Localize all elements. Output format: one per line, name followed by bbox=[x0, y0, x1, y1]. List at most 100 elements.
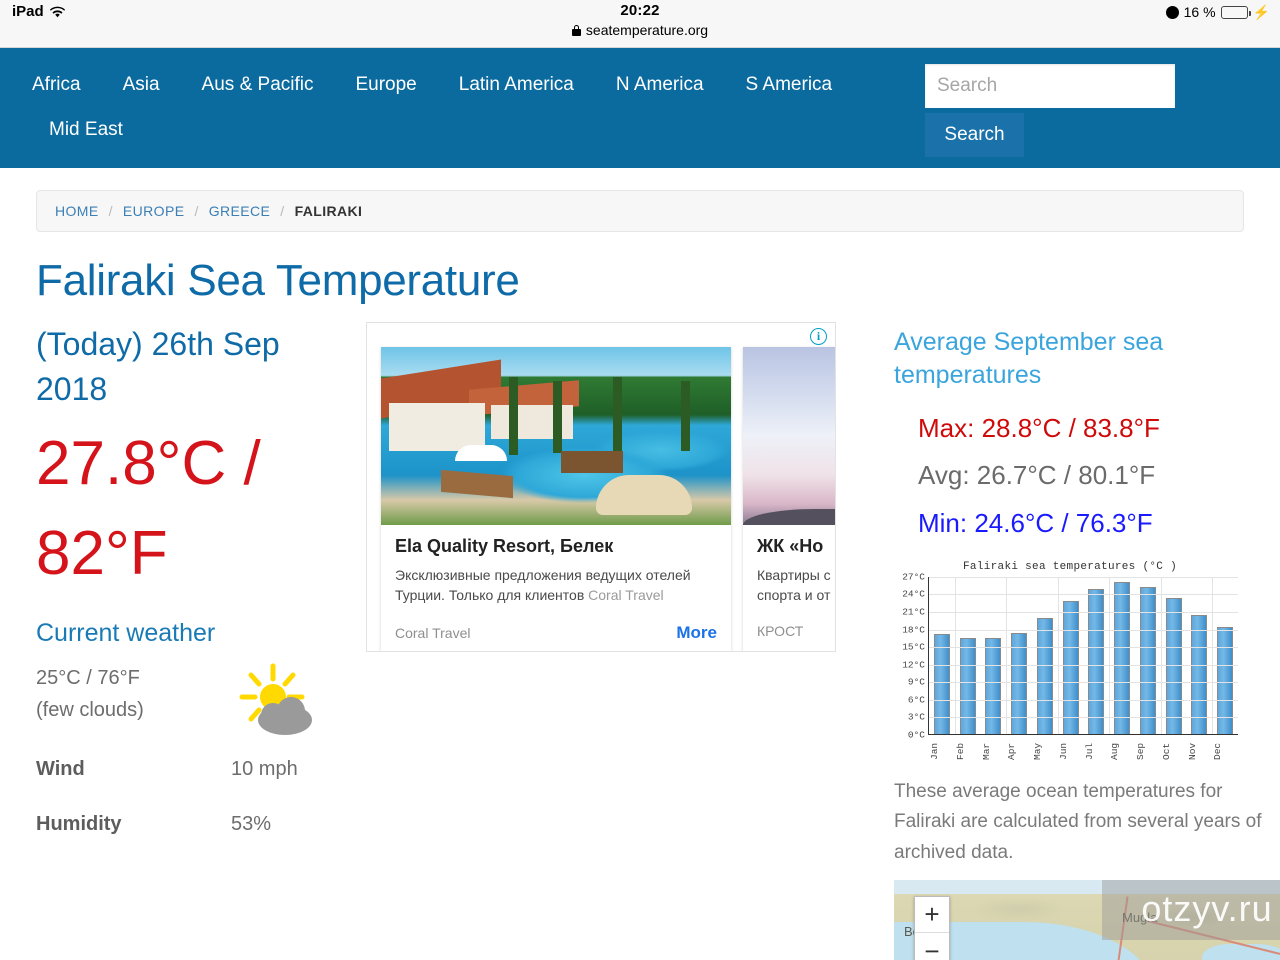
chart-bar bbox=[1139, 587, 1156, 734]
chart-x-label: Feb bbox=[954, 742, 966, 760]
address-bar[interactable]: seatemperature.org bbox=[0, 22, 1280, 38]
search-button[interactable]: Search bbox=[925, 113, 1024, 157]
chart-y-tick: 12°C bbox=[902, 659, 925, 671]
map-zoom-in-button[interactable]: + bbox=[915, 897, 949, 934]
chart-x-label: Jan bbox=[929, 742, 940, 760]
chart-y-tick: 9°C bbox=[907, 676, 925, 688]
chart-gridline bbox=[929, 664, 1238, 666]
chart-y-tick: 18°C bbox=[902, 624, 925, 636]
nav-item-africa[interactable]: Africa bbox=[28, 62, 102, 107]
ad-footer: КРОСТ bbox=[743, 609, 835, 649]
ad-more-link[interactable]: More bbox=[676, 623, 717, 643]
chart-gridline bbox=[929, 576, 1238, 578]
ad-footer: Coral Travel More bbox=[381, 609, 731, 651]
chart-bar-wrapper bbox=[1187, 577, 1213, 734]
watermark: otzyv.ru bbox=[1102, 880, 1280, 941]
average-temperature-stats: Max: 28.8°C / 83.8°F Avg: 26.7°C / 80.1°… bbox=[894, 405, 1276, 547]
chart-y-tick: 15°C bbox=[902, 641, 925, 653]
battery-icon bbox=[1220, 5, 1251, 19]
chart-x-label: Nov bbox=[1186, 742, 1198, 760]
breadcrumb-item-europe[interactable]: EUROPE bbox=[123, 203, 185, 219]
humidity-row: Humidity 53% bbox=[36, 797, 356, 852]
chart-bar-wrapper bbox=[1109, 577, 1135, 734]
right-column: Average September sea temperatures Max: … bbox=[866, 316, 1280, 960]
chart-bar bbox=[933, 634, 950, 734]
wind-label: Wind bbox=[36, 757, 85, 780]
chart-x-label: Mar bbox=[980, 742, 992, 760]
main-navigation: Africa Asia Aus & Pacific Europe Latin A… bbox=[0, 48, 1280, 168]
chart-gridline bbox=[1057, 576, 1059, 734]
humidity-label: Humidity bbox=[36, 812, 122, 835]
chart-bars bbox=[929, 577, 1238, 734]
chart-bar bbox=[1114, 581, 1131, 734]
chart-x-label: May bbox=[1032, 742, 1043, 760]
ad-card[interactable]: Ela Quality Resort, Белек Эксклюзивные п… bbox=[381, 347, 731, 651]
chart-x-label: Aug bbox=[1109, 742, 1121, 760]
location-map[interactable]: Bodrum Kos Mugla Marmaris + − otzyv.ru bbox=[894, 880, 1280, 960]
chart-bar-wrapper bbox=[1084, 577, 1110, 734]
breadcrumb-separator: / bbox=[280, 203, 285, 219]
chart-y-tick: 6°C bbox=[907, 694, 925, 706]
page-content: HOME / EUROPE / GREECE / FALIRAKI Falira… bbox=[0, 190, 1280, 960]
chart-gridline bbox=[1212, 576, 1214, 734]
ad-card[interactable]: ЖК «Но Квартиры с спорта и от КРОСТ bbox=[743, 347, 835, 651]
page-title: Faliraki Sea Temperature bbox=[36, 256, 520, 305]
ad-carousel: Ela Quality Resort, Белек Эксклюзивные п… bbox=[367, 323, 835, 651]
chart-note: These average ocean temperatures for Fal… bbox=[894, 780, 1262, 863]
chart-bar bbox=[1088, 588, 1105, 734]
nav-item-latin-america[interactable]: Latin America bbox=[438, 62, 595, 107]
ad-description: Эксклюзивные предложения ведущих отелей … bbox=[395, 565, 717, 606]
chart-bar-wrapper bbox=[1058, 577, 1084, 734]
info-icon[interactable]: i bbox=[810, 328, 827, 345]
chart-x-label: Jul bbox=[1083, 742, 1095, 760]
left-column: (Today) 26th Sep 2018 27.8°C / 82°F Curr… bbox=[36, 316, 366, 960]
nav-item-mid-east[interactable]: Mid East bbox=[28, 107, 144, 152]
nav-item-asia[interactable]: Asia bbox=[102, 62, 181, 107]
chart-x-axis-labels: Jan Feb Mar Apr May Jun Jul Aug Sep Oct Nov Dec bbox=[929, 734, 1238, 764]
clock-time: 20:22 bbox=[620, 2, 660, 19]
nav-item-aus-pacific[interactable]: Aus & Pacific bbox=[181, 62, 335, 107]
map-zoom-out-button[interactable]: − bbox=[915, 933, 949, 960]
nav-item-europe[interactable]: Europe bbox=[334, 62, 437, 107]
breadcrumb-separator: / bbox=[194, 203, 199, 219]
breadcrumb-item-greece[interactable]: GREECE bbox=[209, 203, 271, 219]
lightning-bolt-icon: ⚡ bbox=[1252, 4, 1270, 20]
ad-description-main: Квартиры с bbox=[757, 566, 831, 583]
site-url: seatemperature.org bbox=[585, 22, 709, 38]
today-sea-temperature: 27.8°C / 82°F bbox=[36, 428, 261, 588]
breadcrumb-item-faliraki: FALIRAKI bbox=[294, 203, 363, 219]
air-temperature-value: 25°C / 76°F bbox=[36, 666, 140, 689]
chart-x-label: Oct bbox=[1160, 742, 1172, 760]
chart-gridline bbox=[954, 576, 956, 734]
chart-bar bbox=[1165, 598, 1182, 734]
chart-y-tick: 0°C bbox=[907, 729, 925, 741]
air-temperature: 25°C / 76°F (few clouds) bbox=[36, 662, 231, 726]
chart-title: Faliraki sea temperatures (°C ) bbox=[963, 560, 1177, 573]
ad-description-brand: Coral Travel bbox=[588, 586, 664, 603]
stat-avg: Avg: 26.7°C / 80.1°F bbox=[918, 460, 1156, 491]
ad-image-resort-pool bbox=[381, 347, 731, 525]
weather-condition-text: (few clouds) bbox=[36, 698, 144, 721]
search-input[interactable] bbox=[925, 64, 1175, 108]
humidity-value: 53% bbox=[231, 812, 272, 835]
lock-icon bbox=[571, 24, 581, 36]
chart-gridline bbox=[929, 647, 1238, 649]
chart-gridline bbox=[929, 699, 1238, 701]
chart-gridline bbox=[929, 629, 1238, 631]
chart-bar-wrapper bbox=[1161, 577, 1187, 734]
sea-temperature-bar-chart: Faliraki sea temperatures (°C ) Jan Feb Ma… bbox=[894, 561, 1246, 761]
chart-y-tick: 21°C bbox=[902, 606, 925, 618]
advertisement-panel: i Ela Quality Resort, Белек Эксклюзивные… bbox=[366, 322, 836, 652]
status-bar-center: 20:22 seatemperature.org bbox=[0, 2, 1280, 38]
content-columns: (Today) 26th Sep 2018 27.8°C / 82°F Curr… bbox=[36, 316, 1280, 960]
nav-item-s-america[interactable]: S America bbox=[725, 62, 854, 107]
chart-y-tick: 27°C bbox=[902, 571, 925, 583]
breadcrumb-item-home[interactable]: HOME bbox=[55, 203, 99, 219]
chart-bar-wrapper bbox=[1006, 577, 1032, 734]
chart-bar-wrapper bbox=[1135, 577, 1161, 734]
chart-gridline bbox=[929, 612, 1238, 614]
nav-item-n-america[interactable]: N America bbox=[595, 62, 725, 107]
chart-x-label: Jun bbox=[1057, 742, 1069, 760]
chart-y-tick: 24°C bbox=[902, 588, 925, 600]
ad-description: Квартиры с спорта и от bbox=[757, 565, 835, 606]
